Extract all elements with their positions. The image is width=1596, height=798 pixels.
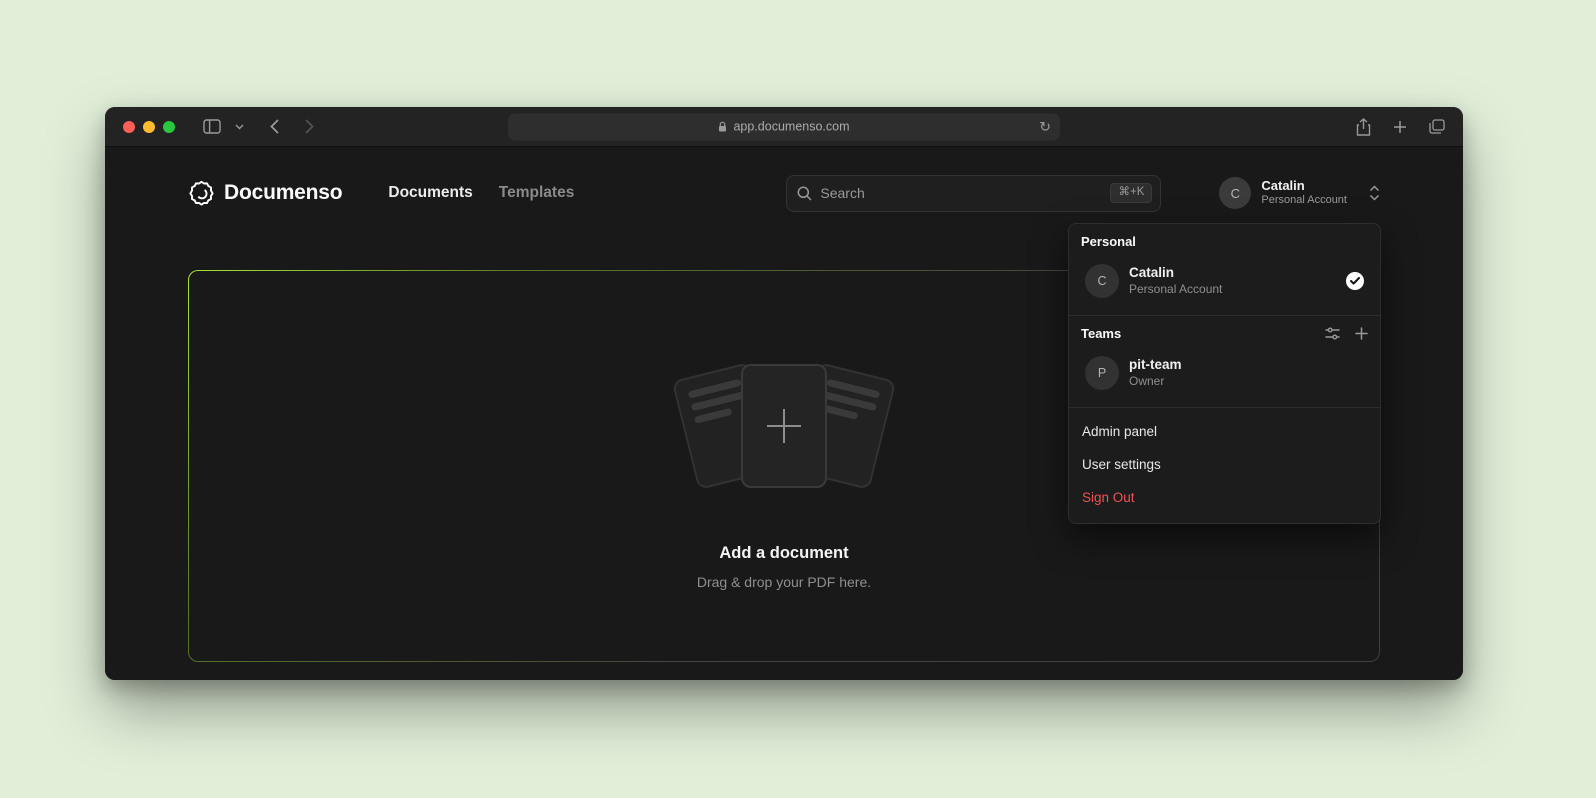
app-page: Documenso Documents Templates ⌘+K C Cata…: [105, 147, 1463, 680]
brand-home-link[interactable]: Documenso: [188, 180, 342, 207]
team-avatar: P: [1085, 356, 1119, 390]
sign-out-item[interactable]: Sign Out: [1069, 481, 1380, 514]
account-menu-trigger[interactable]: C Catalin Personal Account: [1219, 177, 1380, 209]
browser-toolbar: app.documenso.com ↻: [105, 107, 1463, 147]
traffic-lights: [123, 121, 175, 133]
address-bar[interactable]: app.documenso.com ↻: [508, 113, 1060, 140]
account-name: Catalin: [1261, 178, 1347, 194]
minimize-window-button[interactable]: [143, 121, 155, 133]
search-input[interactable]: [820, 185, 1102, 201]
chevron-up-down-icon: [1369, 185, 1380, 201]
teams-section-label: Teams: [1081, 326, 1121, 341]
add-plus-icon: [767, 409, 801, 443]
menu-actions: Admin panel User settings Sign Out: [1069, 408, 1380, 523]
share-icon[interactable]: [1356, 118, 1371, 136]
document-cards-illustration: [654, 342, 914, 510]
back-button[interactable]: [270, 119, 279, 134]
browser-window: app.documenso.com ↻: [105, 107, 1463, 680]
manage-teams-icon[interactable]: [1325, 327, 1340, 340]
account-dropdown-menu: Personal C Catalin Personal Account: [1068, 223, 1381, 524]
nav-documents[interactable]: Documents: [388, 184, 472, 202]
team-item[interactable]: P pit-team Owner: [1081, 351, 1368, 395]
dropzone-subtitle: Drag & drop your PDF here.: [697, 574, 871, 590]
reload-icon[interactable]: ↻: [1039, 120, 1051, 134]
team-role: Owner: [1129, 374, 1182, 390]
sidebar-chevron-down-icon[interactable]: [235, 124, 244, 130]
personal-section: Personal C Catalin Personal Account: [1069, 224, 1380, 315]
main-nav: Documents Templates: [388, 184, 574, 202]
teams-section: Teams: [1069, 316, 1380, 407]
personal-section-label: Personal: [1081, 234, 1368, 249]
account-subtitle: Personal Account: [1261, 194, 1347, 208]
search-box: ⌘+K: [786, 175, 1161, 212]
user-settings-item[interactable]: User settings: [1069, 448, 1380, 481]
personal-account-item[interactable]: C Catalin Personal Account: [1081, 259, 1368, 303]
search-icon: [797, 186, 812, 201]
url-text: app.documenso.com: [733, 120, 849, 134]
search-shortcut-badge: ⌘+K: [1110, 183, 1152, 203]
create-team-icon[interactable]: [1355, 327, 1368, 340]
admin-panel-item[interactable]: Admin panel: [1069, 415, 1380, 448]
tab-overview-icon[interactable]: [1429, 119, 1445, 134]
dropzone-title: Add a document: [719, 544, 848, 563]
nav-templates[interactable]: Templates: [499, 184, 575, 202]
team-name: pit-team: [1129, 356, 1182, 374]
zoom-window-button[interactable]: [163, 121, 175, 133]
personal-name: Catalin: [1129, 264, 1222, 282]
sidebar-toggle-icon[interactable]: [203, 119, 221, 134]
new-tab-icon[interactable]: [1393, 120, 1407, 134]
personal-subtitle: Personal Account: [1129, 282, 1222, 298]
documenso-logo-icon: [188, 180, 215, 207]
account-avatar: C: [1219, 177, 1251, 209]
selected-check-icon: [1346, 272, 1364, 290]
forward-button[interactable]: [305, 119, 314, 134]
lock-icon: [718, 121, 727, 132]
brand-name: Documenso: [224, 181, 342, 205]
document-card-center: [741, 364, 827, 488]
close-window-button[interactable]: [123, 121, 135, 133]
personal-avatar: C: [1085, 264, 1119, 298]
